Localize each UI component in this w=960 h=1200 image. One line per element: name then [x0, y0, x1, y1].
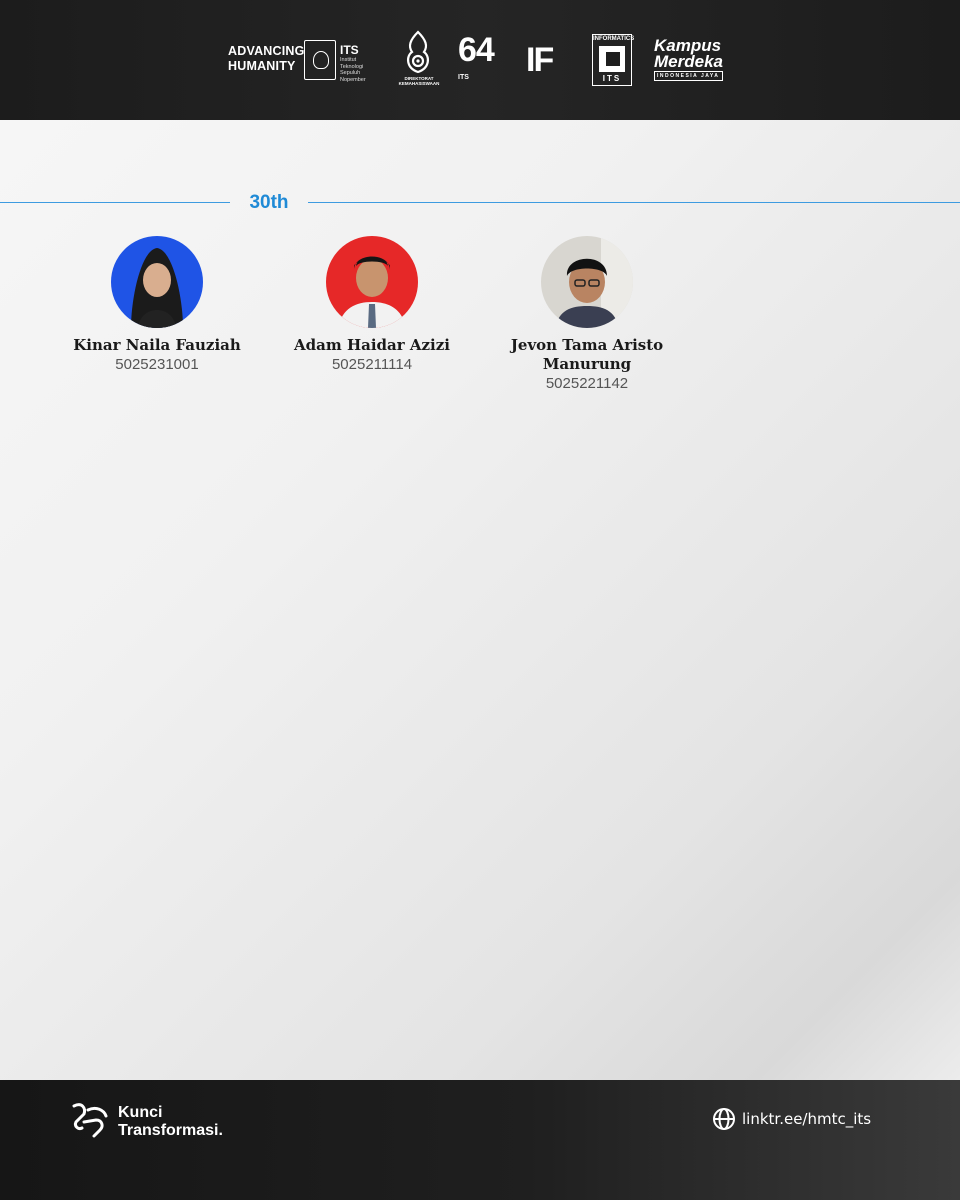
member-photo-icon — [131, 248, 183, 328]
its-logo: ITS Institut Teknologi Sepuluh Nopember — [304, 38, 380, 83]
informatics-its-logo: INFORMATICS ITS — [592, 34, 635, 86]
direktorat-emblem-icon — [406, 30, 430, 74]
humanity-text: HUMANITY — [228, 59, 296, 73]
its-seal-icon — [304, 40, 336, 80]
member-name: Adam Haidar Azizi — [294, 336, 450, 354]
anniversary-subtext: ITS — [458, 74, 469, 81]
if-logo: IF — [526, 41, 554, 79]
member-id: 5025221142 — [545, 375, 629, 392]
member-card: Kinar Naila Fauziah 5025231001 — [57, 236, 257, 375]
avatar — [326, 236, 418, 328]
advancing-humanity-logo: ADVANCING HUMANITY — [228, 44, 305, 74]
header-bar: ADVANCING HUMANITY ITS Institut Teknolog… — [0, 0, 960, 120]
its-logo-subtext: Institut Teknologi Sepuluh Nopember — [340, 57, 366, 83]
its-64-logo: 64 ITS — [454, 30, 504, 90]
its-logo-text: ITS — [340, 43, 359, 57]
advancing-text: ADVANCING — [228, 44, 305, 58]
direktorat-kemahasiswaan-logo: DIREKTORAT KEMAHASISWAAN — [399, 30, 439, 90]
informatics-text: INFORMATICS — [593, 36, 635, 42]
footer-bar: Kunci Transformasi. linktr.ee/hmtc_its — [0, 1080, 960, 1200]
direktorat-text: DIREKTORAT KEMAHASISWAAN — [398, 76, 440, 86]
member-id: 5025211114 — [331, 356, 413, 373]
informatics-its-text: ITS — [602, 74, 622, 83]
globe-icon — [713, 1108, 735, 1130]
section-divider-left — [0, 202, 230, 203]
member-card: Jevon Tama Aristo Manurung 5025221142 — [487, 236, 687, 394]
linktree-link[interactable]: linktr.ee/hmtc_its — [742, 1109, 871, 1129]
indonesia-jaya-text: INDONESIA JAYA — [654, 71, 723, 81]
section-title: 30th — [249, 192, 289, 213]
avatar — [541, 236, 633, 328]
member-name: Kinar Naila Fauziah — [73, 336, 241, 354]
avatar — [111, 236, 203, 328]
section-divider-right — [308, 202, 960, 203]
anniversary-number: 64 — [458, 31, 495, 69]
tagline-line-2: Transformasi. — [118, 1122, 223, 1139]
member-card: Adam Haidar Azizi 5025211114 — [272, 236, 472, 375]
tagline: Kunci Transformasi. — [118, 1104, 223, 1140]
kampus-merdeka-logo: Kampus Merdeka INDONESIA JAYA — [654, 37, 723, 81]
merdeka-text: Merdeka — [654, 52, 723, 71]
member-id: 5025231001 — [115, 356, 199, 373]
member-photo-icon — [555, 236, 633, 328]
member-photo-icon — [338, 256, 406, 328]
informatics-emblem-icon — [599, 46, 625, 72]
partner-logos: ADVANCING HUMANITY ITS Institut Teknolog… — [228, 30, 738, 90]
tagline-line-1: Kunci — [118, 1104, 163, 1121]
member-name: Jevon Tama Aristo Manurung — [510, 336, 664, 373]
kunci-transformasi-logo-icon — [72, 1103, 108, 1138]
